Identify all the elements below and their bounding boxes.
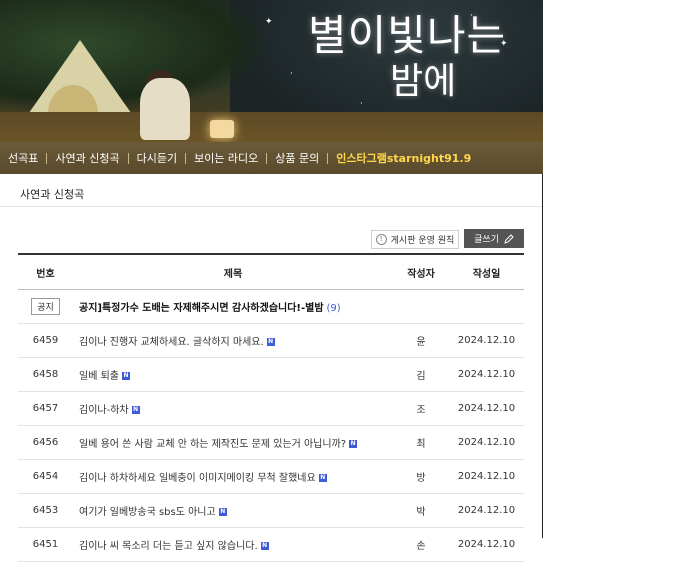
ground [0,112,543,142]
post-title-cell: 김이나 하차하세요 일베충이 이미지메이킹 무척 잘했네요 N [73,459,393,494]
new-badge: N [260,542,269,550]
notice-tag-cell: 공지 [18,289,73,324]
lantern-icon [210,120,234,138]
nav-item-stories[interactable]: 사연과 신청곡 [47,150,127,166]
post-date: 2024.12.10 [449,493,524,528]
post-author: 조 [393,391,449,426]
table-row[interactable]: 6456 일베 용어 쓴 사람 교체 안 하는 제작진도 문제 있는거 아닙니까… [18,425,524,460]
post-number: 6458 [18,357,73,392]
post-author: 최 [393,425,449,460]
post-title-link[interactable]: 김이나 진행자 교체하세요. 글삭하지 마세요. [79,337,264,348]
nav-item-playlist[interactable]: 선곡표 [0,150,46,166]
post-number: 6457 [18,391,73,426]
table-row[interactable]: 6458 일베 퇴출 N 김 2024.12.10 [18,357,524,392]
table-row[interactable]: 6457 김이나-하차 N 조 2024.12.10 [18,391,524,426]
post-title-cell: 일베 퇴출 N [73,357,393,392]
page: ✦ ✦ · · · 별이빛나는 밤에 선곡표 사연과 신청곡 다시듣기 보이는 … [0,0,699,562]
post-title-link[interactable]: 김이나 하차하세요 일베충이 이미지메이킹 무척 잘했네요 [79,473,316,484]
column-header-title: 제목 [73,253,393,290]
nav-item-instagram[interactable]: 인스타그램starnight91.9 [328,150,479,166]
post-number: 6451 [18,527,73,562]
post-date: 2024.12.10 [449,357,524,392]
column-header-number: 번호 [18,253,73,290]
person-figure [140,78,190,140]
post-number: 6453 [18,493,73,528]
nav-item-visible-radio[interactable]: 보이는 라디오 [186,150,266,166]
board-title: 사연과 신청곡 [20,188,85,201]
post-title-cell: 여기가 일베방송국 sbs도 아니고 N [73,493,393,528]
post-number: 6456 [18,425,73,460]
star-icon: ✦ [265,17,273,27]
new-badge: N [121,372,130,380]
notice-title-cell: 공지]특정가수 도배는 자제해주시면 감사하겠습니다!-별밤 (9) [73,289,524,324]
post-title-cell: 김이나 씨 목소리 더는 듣고 싶지 않습니다. N [73,527,393,562]
post-number: 6454 [18,459,73,494]
post-title-cell: 일베 용어 쓴 사람 교체 안 하는 제작진도 문제 있는거 아닙니까? N [73,425,393,460]
nav-item-replay[interactable]: 다시듣기 [129,150,185,166]
post-date: 2024.12.10 [449,425,524,460]
program-logo-line2: 밤에 [390,61,457,102]
post-title-cell: 김이나-하차 N [73,391,393,426]
divider [0,206,542,207]
post-date: 2024.12.10 [449,527,524,562]
post-title-link[interactable]: 일베 용어 쓴 사람 교체 안 하는 제작진도 문제 있는거 아닙니까? [79,439,346,450]
new-badge: N [131,406,140,414]
board-rules-label: 게시판 운영 원칙 [390,236,455,246]
notice-row[interactable]: 공지 공지]특정가수 도배는 자제해주시면 감사하겠습니다!-별밤 (9) [18,289,524,324]
post-date: 2024.12.10 [449,459,524,494]
post-title-link[interactable]: 일베 퇴출 [79,371,119,382]
post-date: 2024.12.10 [449,391,524,426]
exclamation-icon: ! [375,234,387,245]
write-button[interactable]: 글쓰기 [464,229,524,248]
post-author: 박 [393,493,449,528]
header-banner: ✦ ✦ · · · 별이빛나는 밤에 [0,0,543,142]
comment-count: (9) [326,303,341,314]
pencil-icon [504,233,514,244]
new-badge: N [318,474,327,482]
post-author: 방 [393,459,449,494]
content-border [542,174,543,538]
post-author: 손 [393,527,449,562]
post-author: 김 [393,357,449,392]
post-title-cell: 김이나 진행자 교체하세요. 글삭하지 마세요. N [73,323,393,358]
post-title-link[interactable]: 여기가 일베방송국 sbs도 아니고 [79,507,216,518]
post-date: 2024.12.10 [449,323,524,358]
table-row[interactable]: 6454 김이나 하차하세요 일베충이 이미지메이킹 무척 잘했네요 N 방 20… [18,459,524,494]
table-row[interactable]: 6453 여기가 일베방송국 sbs도 아니고 N 박 2024.12.10 [18,493,524,528]
table-row[interactable]: 6451 김이나 씨 목소리 더는 듣고 싶지 않습니다. N 손 2024.12… [18,527,524,562]
new-badge: N [266,338,275,346]
write-button-label: 글쓰기 [474,235,499,245]
star-icon: · [290,69,293,79]
new-badge: N [218,508,227,516]
column-header-date: 작성일 [449,253,524,290]
notice-title-link[interactable]: 공지]특정가수 도배는 자제해주시면 감사하겠습니다!-별밤 [79,303,324,314]
post-title-link[interactable]: 김이나-하차 [79,405,129,416]
star-icon: · [360,99,363,109]
post-title-link[interactable]: 김이나 씨 목소리 더는 듣고 싶지 않습니다. [79,541,258,552]
post-number: 6459 [18,323,73,358]
board-rules-button[interactable]: ! 게시판 운영 원칙 [371,230,459,249]
column-header-author: 작성자 [393,253,449,290]
nav-item-product-inquiry[interactable]: 상품 문의 [267,150,327,166]
table-header-row: 번호 제목 작성자 작성일 [18,253,524,290]
main-nav: 선곡표 사연과 신청곡 다시듣기 보이는 라디오 상품 문의 인스타그램star… [0,142,543,174]
post-author: 윤 [393,323,449,358]
notice-tag: 공지 [31,298,60,315]
post-table: 번호 제목 작성자 작성일 공지 공지]특정가수 도배는 자제해주시면 감사하겠… [18,253,524,562]
table-row[interactable]: 6459 김이나 진행자 교체하세요. 글삭하지 마세요. N 윤 2024.12… [18,323,524,358]
new-badge: N [349,440,358,448]
